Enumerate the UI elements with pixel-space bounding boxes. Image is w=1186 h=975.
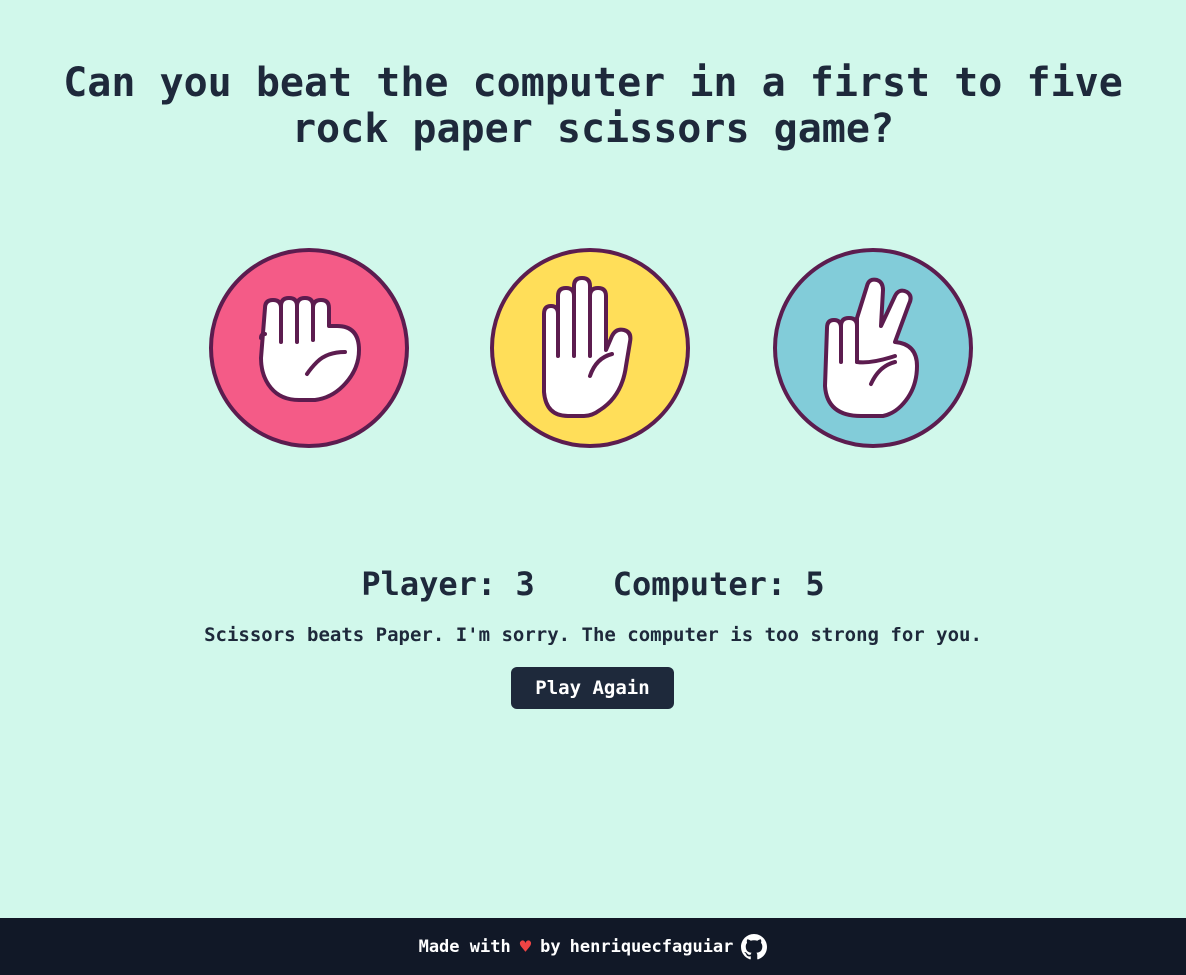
title-line-2: rock paper scissors game?: [291, 106, 895, 152]
paper-button[interactable]: [488, 246, 692, 450]
heart-icon: ♥: [519, 935, 532, 958]
choice-buttons: [0, 246, 1186, 452]
result-message: Scissors beats Paper. I'm sorry. The com…: [204, 624, 982, 646]
game-page: Can you beat the computer in a first to …: [0, 0, 1186, 918]
author-link[interactable]: henriquecfaguiar: [569, 933, 768, 960]
rock-button[interactable]: [207, 246, 411, 450]
title-line-1: Can you beat the computer in a first to …: [63, 60, 1123, 106]
page-title: Can you beat the computer in a first to …: [40, 60, 1146, 152]
fist-hand-icon: [209, 248, 409, 448]
footer-by: by: [540, 936, 561, 957]
computer-score: Computer: 5: [612, 565, 825, 603]
footer-made-with: Made with: [418, 936, 511, 957]
open-hand-icon: [490, 248, 690, 448]
scoreboard: Player: 3 Computer: 5: [0, 564, 1186, 604]
author-name: henriquecfaguiar: [569, 936, 734, 957]
player-score: Player: 3: [361, 565, 535, 603]
footer: Made with ♥ by henriquecfaguiar: [0, 918, 1186, 975]
scissors-button[interactable]: [771, 246, 975, 450]
peace-hand-icon: [773, 248, 973, 448]
play-again-button[interactable]: Play Again: [511, 667, 674, 709]
github-icon: [741, 933, 768, 959]
